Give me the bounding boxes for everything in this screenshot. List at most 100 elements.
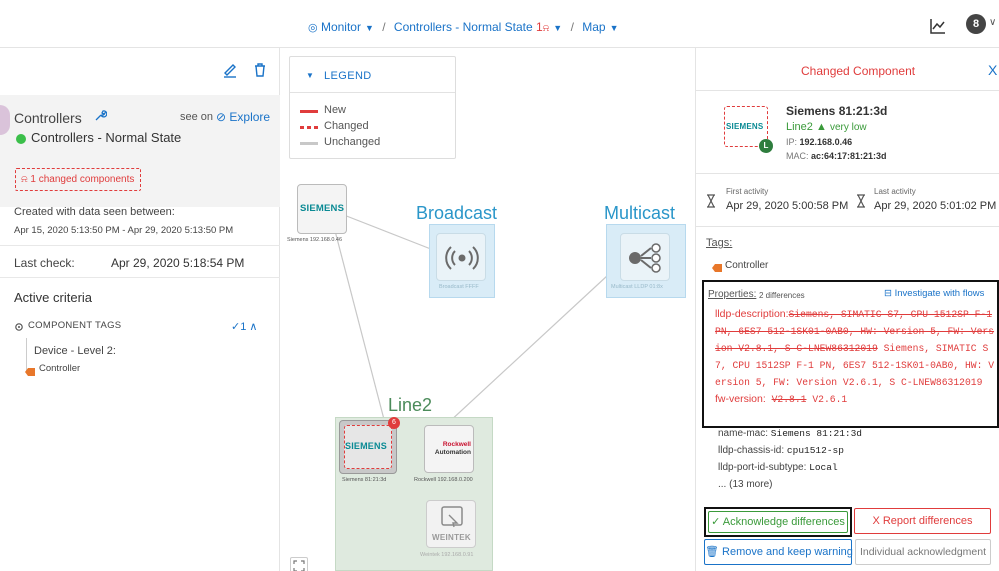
tag-icon bbox=[712, 261, 722, 272]
line2-group-label: Line2 bbox=[388, 395, 433, 415]
controller-tag: Controller bbox=[39, 363, 81, 374]
status-dot bbox=[16, 134, 26, 144]
tags-label: Tags: bbox=[706, 237, 733, 249]
node-siemens-changed[interactable]: SIEMENS 6 bbox=[339, 417, 400, 474]
multicast-icon bbox=[629, 243, 661, 273]
node-caption: Rockwell 192.168.0.200 bbox=[414, 477, 473, 483]
broadcast-icon bbox=[445, 246, 479, 270]
property-row: lldp-port-id-subtype: Local bbox=[718, 462, 838, 473]
close-icon[interactable]: X bbox=[988, 62, 997, 78]
caret-down-icon: ▼ bbox=[553, 23, 563, 33]
last-check-value: Apr 29, 2020 5:18:54 PM bbox=[111, 256, 245, 270]
group-type-label: Controllers bbox=[14, 110, 82, 126]
legend-swatch bbox=[300, 126, 318, 129]
breadcrumb-separator: / bbox=[382, 20, 386, 34]
report-differences-button[interactable]: X Report differences bbox=[854, 508, 991, 534]
individual-acknowledgment-button[interactable]: Individual acknowledgment bbox=[855, 539, 991, 565]
left-panel: Controllers see on ⊘ Explore Controllers… bbox=[0, 48, 280, 571]
last-activity-label: Last activity bbox=[874, 187, 916, 196]
node-rockwell[interactable]: Rockwell Automation bbox=[424, 425, 474, 473]
change-count-badge: 6 bbox=[388, 417, 400, 429]
component-details-panel: Changed Component X SIEMENS L Siemens 81… bbox=[695, 48, 999, 571]
node-caption: Siemens 81:21:3d bbox=[342, 477, 387, 483]
legend-swatch bbox=[300, 142, 318, 145]
property-key: lldp-description: bbox=[715, 308, 789, 320]
bell-icon: ⍾ bbox=[542, 23, 550, 34]
breadcrumb-separator: / bbox=[570, 20, 574, 34]
investigate-flows-link[interactable]: ⊟ Investigate with flows bbox=[884, 288, 984, 299]
wrench-icon[interactable] bbox=[93, 109, 108, 123]
breadcrumb-controllers[interactable]: Controllers - Normal State 1⍾ ▼ bbox=[394, 20, 562, 34]
properties-section: Properties: 2 differences ⊟ Investigate … bbox=[702, 280, 999, 428]
divider bbox=[0, 245, 280, 246]
node-caption: Siemens 192.168.0.46 bbox=[287, 237, 343, 243]
divider bbox=[696, 173, 999, 174]
component-group: Line2 ▲ very low bbox=[786, 121, 867, 133]
edit-icon[interactable] bbox=[222, 62, 238, 78]
node-siemens[interactable]: SIEMENS bbox=[297, 184, 347, 234]
flows-icon: ⊟ bbox=[884, 288, 892, 299]
acknowledge-highlight: ✓ Acknowledge differences bbox=[704, 507, 852, 537]
gear-icon bbox=[14, 321, 24, 331]
component-name: Siemens 81:21:3d bbox=[786, 104, 888, 118]
controller-tag: Controller bbox=[725, 260, 769, 271]
fullscreen-button[interactable] bbox=[290, 557, 308, 571]
component-tags-toggle[interactable]: ✓1 ∧ bbox=[231, 320, 257, 333]
old-value: V2.8.1 bbox=[771, 394, 807, 405]
breadcrumb: ◎ Monitor ▼ / Controllers - Normal State … bbox=[308, 20, 619, 34]
bell-icon: ⍾ bbox=[21, 174, 28, 185]
new-value: V2.6.1 bbox=[812, 394, 848, 405]
node-caption: Multicast LLDP 01:8x bbox=[611, 284, 663, 290]
chevron-down-icon: ∨ bbox=[989, 17, 997, 28]
component-tags-label: COMPONENT TAGS bbox=[28, 320, 122, 331]
changed-components-badge[interactable]: ⍾ 1 changed components bbox=[15, 168, 141, 191]
caret-down-icon: ▼ bbox=[609, 23, 619, 33]
node-caption: Broadcast FFFF bbox=[439, 284, 479, 290]
tag-icon bbox=[25, 365, 35, 376]
legend-header[interactable]: ▼ LEGEND bbox=[290, 57, 455, 93]
property-diff-list: lldp-description:Siemens, SIMATIC S7, CP… bbox=[715, 306, 997, 408]
legend-swatch bbox=[300, 110, 318, 113]
acknowledge-differences-button[interactable]: ✓ Acknowledge differences bbox=[708, 511, 848, 533]
network-map[interactable]: ▼ LEGEND New Changed Unchanged SIEMENS S… bbox=[281, 48, 694, 571]
remove-keep-warning-button[interactable]: 🗑 Remove and keep warning bbox=[704, 539, 853, 565]
user-menu-button[interactable]: 8 ∨ bbox=[966, 14, 996, 36]
chart-icon[interactable] bbox=[928, 16, 948, 36]
risk-triangle-icon: ▲ bbox=[815, 121, 827, 133]
breadcrumb-monitor[interactable]: Monitor ▼ bbox=[321, 20, 374, 34]
caret-down-icon: ▼ bbox=[364, 23, 374, 33]
node-multicast[interactable] bbox=[620, 233, 670, 281]
caret-down-icon: ▼ bbox=[306, 71, 314, 80]
legend-label: New bbox=[324, 104, 347, 116]
panel-title: Changed Component bbox=[801, 64, 916, 78]
siemens-logo: SIEMENS bbox=[300, 203, 345, 214]
expand-icon bbox=[293, 560, 305, 571]
divider bbox=[696, 90, 999, 91]
group-name: Controllers - Normal State bbox=[31, 130, 182, 145]
monitor-icon: ◎ bbox=[308, 22, 318, 34]
legend-title: LEGEND bbox=[324, 70, 372, 82]
properties-label: Properties: bbox=[708, 289, 757, 300]
node-broadcast[interactable] bbox=[436, 233, 486, 281]
legend-label: Unchanged bbox=[324, 136, 381, 148]
rockwell-logo: Rockwell Automation bbox=[434, 441, 471, 456]
trash-icon[interactable] bbox=[252, 62, 268, 78]
avatar: 8 bbox=[966, 14, 986, 34]
hourglass-icon bbox=[706, 194, 716, 208]
level-badge: L bbox=[759, 139, 773, 153]
divider bbox=[0, 277, 280, 278]
component-thumbnail: SIEMENS L bbox=[724, 106, 773, 153]
node-weintek[interactable]: WEINTEK bbox=[426, 500, 476, 548]
first-activity-value: Apr 29, 2020 5:00:58 PM bbox=[726, 200, 849, 212]
more-properties-link[interactable]: ... (13 more) bbox=[718, 479, 772, 490]
see-on-label: see on bbox=[180, 111, 214, 123]
divider bbox=[696, 226, 999, 227]
hourglass-icon bbox=[856, 194, 866, 208]
property-row: lldp-chassis-id: cpu1512-sp bbox=[718, 445, 844, 456]
legend-label: Changed bbox=[324, 120, 369, 132]
breadcrumb-map[interactable]: Map ▼ bbox=[582, 20, 618, 34]
properties-diff-count: 2 differences bbox=[759, 291, 805, 300]
siemens-logo: SIEMENS bbox=[345, 441, 387, 451]
active-criteria-heading: Active criteria bbox=[14, 290, 93, 305]
explore-link[interactable]: ⊘ Explore bbox=[216, 110, 270, 124]
